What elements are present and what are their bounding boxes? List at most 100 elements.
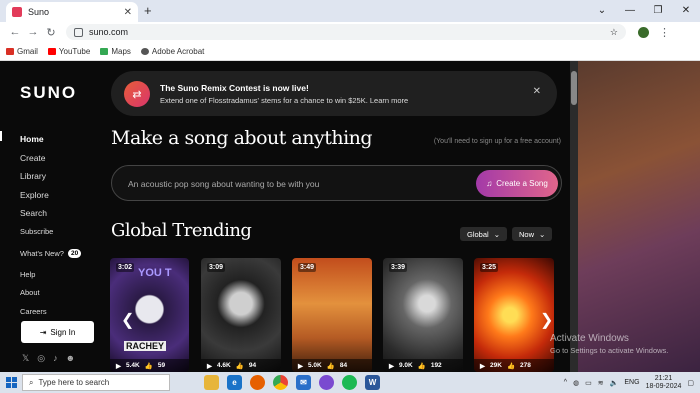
play-icon[interactable]: ▶ <box>116 362 121 370</box>
language-indicator[interactable]: ENG <box>624 379 639 386</box>
profile-avatar[interactable] <box>638 26 649 38</box>
battery-icon[interactable]: ▭ <box>585 379 592 387</box>
mail-icon[interactable]: ✉ <box>296 375 311 390</box>
spotify-icon[interactable] <box>342 375 357 390</box>
play-icon[interactable]: ▶ <box>207 362 212 370</box>
song-stats: ▶ 5.4K 👍 59 <box>110 359 189 372</box>
chrome-icon[interactable] <box>273 375 288 390</box>
sidebar-item-whats-new[interactable]: What's New? 20 <box>20 241 82 265</box>
login-icon: ⇥ <box>39 327 47 337</box>
thumbs-up-icon[interactable]: 👍 <box>507 362 515 370</box>
scrollbar-thumb[interactable] <box>571 71 577 105</box>
search-icon: ⌕ <box>29 377 34 387</box>
sidebar-item-create[interactable]: Create <box>20 149 81 168</box>
sidebar-item-home[interactable]: Home <box>20 130 81 149</box>
song-duration: 3:49 <box>298 263 317 272</box>
page-scrollbar[interactable] <box>570 61 578 372</box>
volume-icon[interactable]: 🔈 <box>610 379 619 387</box>
cover-overlay-text: YOU T <box>138 267 172 279</box>
bookmarks-bar: Gmail YouTube Maps Adobe Acrobat <box>0 42 700 61</box>
sidebar-item-subscribe[interactable]: Subscribe <box>20 223 81 242</box>
song-card[interactable]: 3:49 ▶ 5.0K 👍 84 <box>292 258 372 372</box>
network-icon[interactable]: ◍ <box>573 379 579 387</box>
like-count: 278 <box>520 362 531 369</box>
social-links: 𝕏 ◎ ♪ ☻ <box>22 353 75 364</box>
restore-icon[interactable]: ❐ <box>644 0 672 20</box>
back-icon[interactable]: ← <box>6 26 24 38</box>
play-icon[interactable]: ▶ <box>298 362 303 370</box>
song-card[interactable]: 3:39 ▶ 9.0K 👍 192 <box>383 258 463 372</box>
thumbs-up-icon[interactable]: 👍 <box>327 362 335 370</box>
carousel-next-icon[interactable]: ❯ <box>540 310 553 330</box>
thumbs-up-icon[interactable]: 👍 <box>236 362 244 370</box>
chevron-up-icon[interactable]: ^ <box>564 379 567 386</box>
system-tray: ^ ◍ ▭ ≋ 🔈 ENG 21:21 18-09-2024 ▢ <box>564 372 694 393</box>
sidebar-item-explore[interactable]: Explore <box>20 186 81 205</box>
play-icon[interactable]: ▶ <box>480 362 485 370</box>
instagram-icon[interactable]: ◎ <box>37 353 45 364</box>
banner-text[interactable]: Extend one of Flosstradamus' stems for a… <box>160 96 408 105</box>
song-card[interactable]: 3:09 ▶ 4.6K 👍 94 <box>201 258 281 372</box>
maps-icon <box>100 47 109 55</box>
more-menu-icon[interactable]: ⋮ <box>659 26 670 39</box>
x-icon[interactable]: 𝕏 <box>22 353 29 364</box>
song-duration: 3:09 <box>207 263 226 272</box>
reload-icon[interactable]: ↻ <box>42 26 60 39</box>
sidebar-item-library[interactable]: Library <box>20 167 81 186</box>
word-icon[interactable]: W <box>365 375 380 390</box>
window-controls: ⌄ — ❐ ✕ <box>588 0 700 20</box>
contest-banner[interactable]: ⇄ The Suno Remix Contest is now live! Ex… <box>111 71 557 116</box>
sidebar-item-careers[interactable]: Careers <box>20 302 81 321</box>
windows-taskbar: ⌕ Type here to search e ✉ W ^ ◍ ▭ ≋ 🔈 EN… <box>0 372 700 393</box>
bookmark-adobe-acrobat[interactable]: Adobe Acrobat <box>140 47 204 56</box>
file-explorer-icon[interactable] <box>204 375 219 390</box>
sign-in-label: Sign In <box>50 327 76 337</box>
minimize-icon[interactable]: — <box>616 0 644 20</box>
song-stats: ▶ 4.6K 👍 94 <box>201 359 281 372</box>
discord-icon[interactable]: ☻ <box>66 353 75 364</box>
notifications-icon[interactable]: ▢ <box>687 379 694 387</box>
globe-icon <box>140 47 149 55</box>
region-dropdown[interactable]: Global ⌄ <box>460 227 507 241</box>
like-count: 59 <box>157 362 166 369</box>
create-song-button[interactable]: ♫ Create a Song <box>476 170 558 197</box>
bookmark-maps[interactable]: Maps <box>100 47 131 56</box>
prompt-placeholder: An acoustic pop song about wanting to be… <box>128 179 320 189</box>
browser-tab[interactable]: Suno ✕ <box>6 2 138 22</box>
close-tab-icon[interactable]: ✕ <box>124 7 132 18</box>
music-note-icon: ♫ <box>486 179 493 188</box>
bookmark-youtube[interactable]: YouTube <box>47 47 90 56</box>
song-prompt-input[interactable]: An acoustic pop song about wanting to be… <box>111 165 562 201</box>
start-button[interactable] <box>0 377 22 388</box>
clock-time: 21:21 <box>654 374 673 382</box>
sidebar-item-search[interactable]: Search <box>20 204 81 223</box>
chevron-down-icon[interactable]: ⌄ <box>588 0 616 20</box>
edge-icon[interactable]: e <box>227 375 242 390</box>
play-count: 5.0K <box>308 362 322 369</box>
thumbs-up-icon[interactable]: 👍 <box>145 362 153 370</box>
address-bar[interactable]: suno.com ☆ <box>66 24 626 40</box>
bookmark-star-icon[interactable]: ☆ <box>610 27 618 38</box>
suno-logo[interactable]: SUNO <box>20 83 77 103</box>
close-window-icon[interactable]: ✕ <box>672 0 700 20</box>
bookmark-gmail[interactable]: Gmail <box>6 47 38 56</box>
gmail-icon <box>6 47 14 55</box>
browser-icon[interactable] <box>319 375 334 390</box>
forward-icon[interactable]: → <box>24 26 42 38</box>
clock[interactable]: 21:21 18-09-2024 <box>646 375 682 391</box>
tiktok-icon[interactable]: ♪ <box>53 353 58 364</box>
site-info-icon[interactable] <box>74 27 83 37</box>
firefox-icon[interactable] <box>250 375 265 390</box>
new-tab-icon[interactable]: + <box>144 3 152 18</box>
carousel-prev-icon[interactable]: ❮ <box>121 310 134 330</box>
wifi-icon[interactable]: ≋ <box>598 379 604 387</box>
taskbar-search[interactable]: ⌕ Type here to search <box>22 374 170 391</box>
thumbs-up-icon[interactable]: 👍 <box>418 362 426 370</box>
sign-in-button[interactable]: ⇥ Sign In <box>21 321 94 343</box>
play-icon[interactable]: ▶ <box>389 362 394 370</box>
sidebar-item-about[interactable]: About <box>20 284 81 303</box>
time-dropdown[interactable]: Now ⌄ <box>512 227 553 241</box>
whats-new-badge: 20 <box>67 248 82 258</box>
sidebar-item-help[interactable]: Help <box>20 265 81 284</box>
close-icon[interactable]: ✕ <box>533 86 541 97</box>
